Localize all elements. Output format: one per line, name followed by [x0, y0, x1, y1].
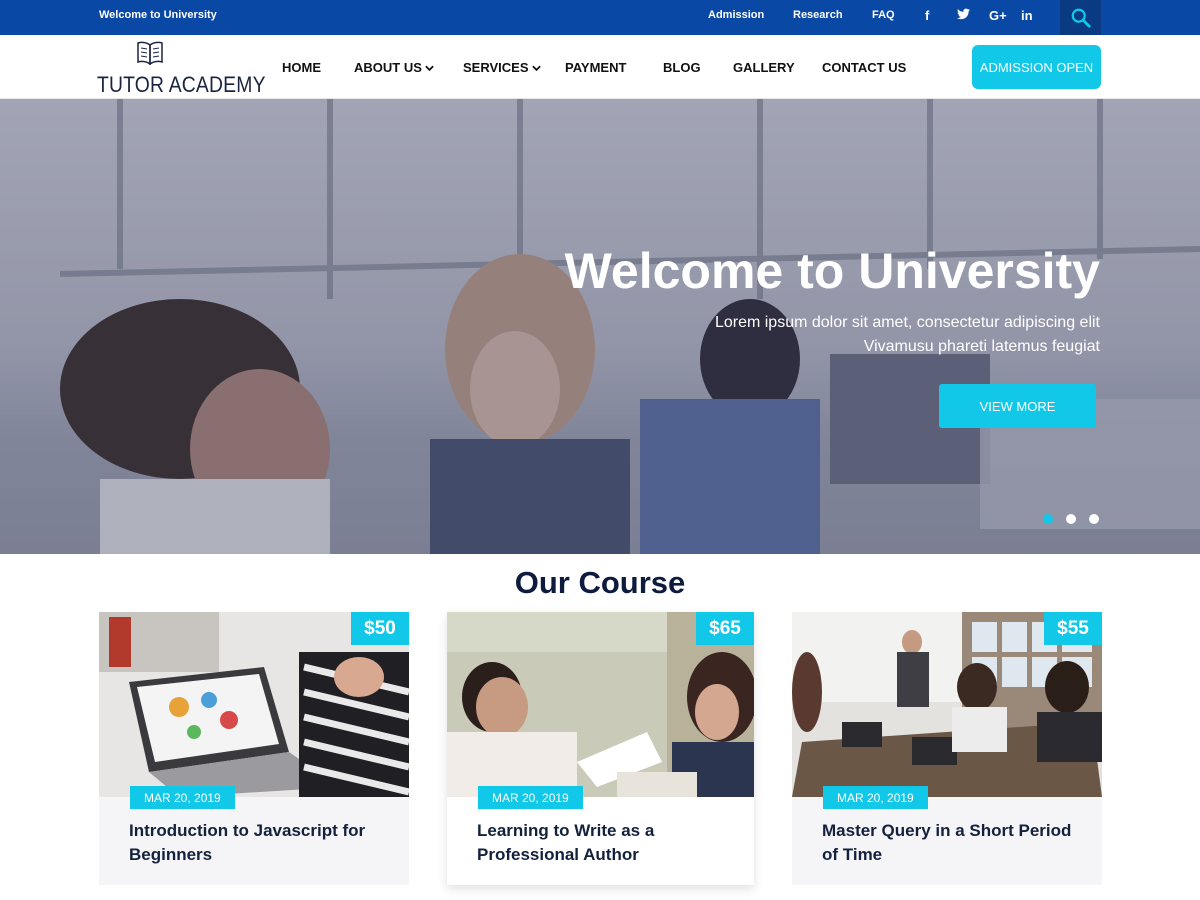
twitter-icon[interactable] — [957, 8, 989, 23]
top-link-research[interactable]: Research — [793, 9, 872, 21]
hero-subtitle-line: Vivamusu phareti latemus feugiat — [863, 338, 1100, 355]
course-date-badge: MAR 20, 2019 — [130, 786, 235, 809]
slider-dot[interactable] — [1089, 514, 1099, 524]
nav-item-label: PAYMENT — [565, 60, 627, 75]
admission-open-button[interactable]: ADMISSION OPEN — [972, 45, 1101, 89]
top-bar: Welcome to University Admission Research… — [0, 0, 1200, 35]
top-bar-welcome-text: Welcome to University — [99, 9, 217, 21]
nav-item-label: ABOUT US — [354, 60, 422, 75]
social-links: f G+ in — [925, 8, 1053, 23]
course-title[interactable]: Introduction to Javascript for Beginners — [129, 819, 379, 867]
course-card[interactable]: $50 MAR 20, 2019 Introduction to Javascr… — [99, 612, 409, 885]
site-logo[interactable]: TUTOR ACADEMY — [97, 41, 265, 97]
hero-title: Welcome to University — [564, 243, 1100, 299]
search-icon — [1071, 8, 1091, 28]
top-link-admission[interactable]: Admission — [708, 9, 793, 21]
slider-dot[interactable] — [1066, 514, 1076, 524]
slider-dots — [1043, 514, 1099, 524]
course-price-badge: $55 — [1044, 612, 1102, 645]
linkedin-icon[interactable]: in — [1021, 8, 1053, 23]
nav-item-contact-us[interactable]: CONTACT US — [822, 60, 906, 75]
top-link-faq[interactable]: FAQ — [872, 9, 912, 21]
chevron-down-icon — [425, 65, 434, 72]
view-more-button[interactable]: VIEW MORE — [939, 384, 1096, 428]
nav-item-blog[interactable]: BLOG — [663, 60, 701, 75]
section-title: Our Course — [514, 565, 686, 600]
google-plus-icon[interactable]: G+ — [989, 8, 1021, 23]
nav-item-label: SERVICES — [463, 60, 529, 75]
course-title[interactable]: Master Query in a Short Period of Time — [822, 819, 1072, 867]
hero-slider: Welcome to University Lorem ipsum dolor … — [0, 99, 1200, 554]
course-price-badge: $50 — [351, 612, 409, 645]
course-date-badge: MAR 20, 2019 — [823, 786, 928, 809]
book-icon — [137, 41, 163, 65]
nav-item-about-us[interactable]: ABOUT US — [354, 60, 434, 75]
nav-item-label: CONTACT US — [822, 60, 907, 75]
nav-item-label: BLOG — [663, 60, 701, 75]
hero-subtitle-line: Lorem ipsum dolor sit amet, consectetur … — [714, 314, 1100, 331]
nav-item-gallery[interactable]: GALLERY — [733, 60, 795, 75]
nav-item-label: GALLERY — [733, 60, 795, 75]
course-price-badge: $65 — [696, 612, 754, 645]
course-date-badge: MAR 20, 2019 — [478, 786, 583, 809]
nav-item-home[interactable]: HOME — [282, 60, 321, 75]
nav-item-payment[interactable]: PAYMENT — [565, 60, 626, 75]
chevron-down-icon — [531, 65, 541, 72]
nav-item-services[interactable]: SERVICES — [463, 60, 541, 75]
hero-subtitle: Lorem ipsum dolor sit amet, consectetur … — [715, 311, 1100, 359]
nav-item-label: HOME — [282, 60, 321, 75]
search-button[interactable] — [1060, 0, 1101, 35]
course-title[interactable]: Learning to Write as a Professional Auth… — [477, 819, 727, 867]
course-card[interactable]: $65 MAR 20, 2019 Learning to Write as a … — [447, 612, 754, 885]
facebook-icon[interactable]: f — [925, 8, 957, 23]
logo-text: TUTOR ACADEMY — [97, 72, 266, 97]
main-header: TUTOR ACADEMY HOME ABOUT US SERVICES PAY… — [0, 35, 1200, 99]
slider-dot[interactable] — [1043, 514, 1053, 524]
top-links: Admission Research FAQ — [708, 9, 912, 21]
course-card[interactable]: $55 MAR 20, 2019 Master Query in a Short… — [792, 612, 1102, 885]
